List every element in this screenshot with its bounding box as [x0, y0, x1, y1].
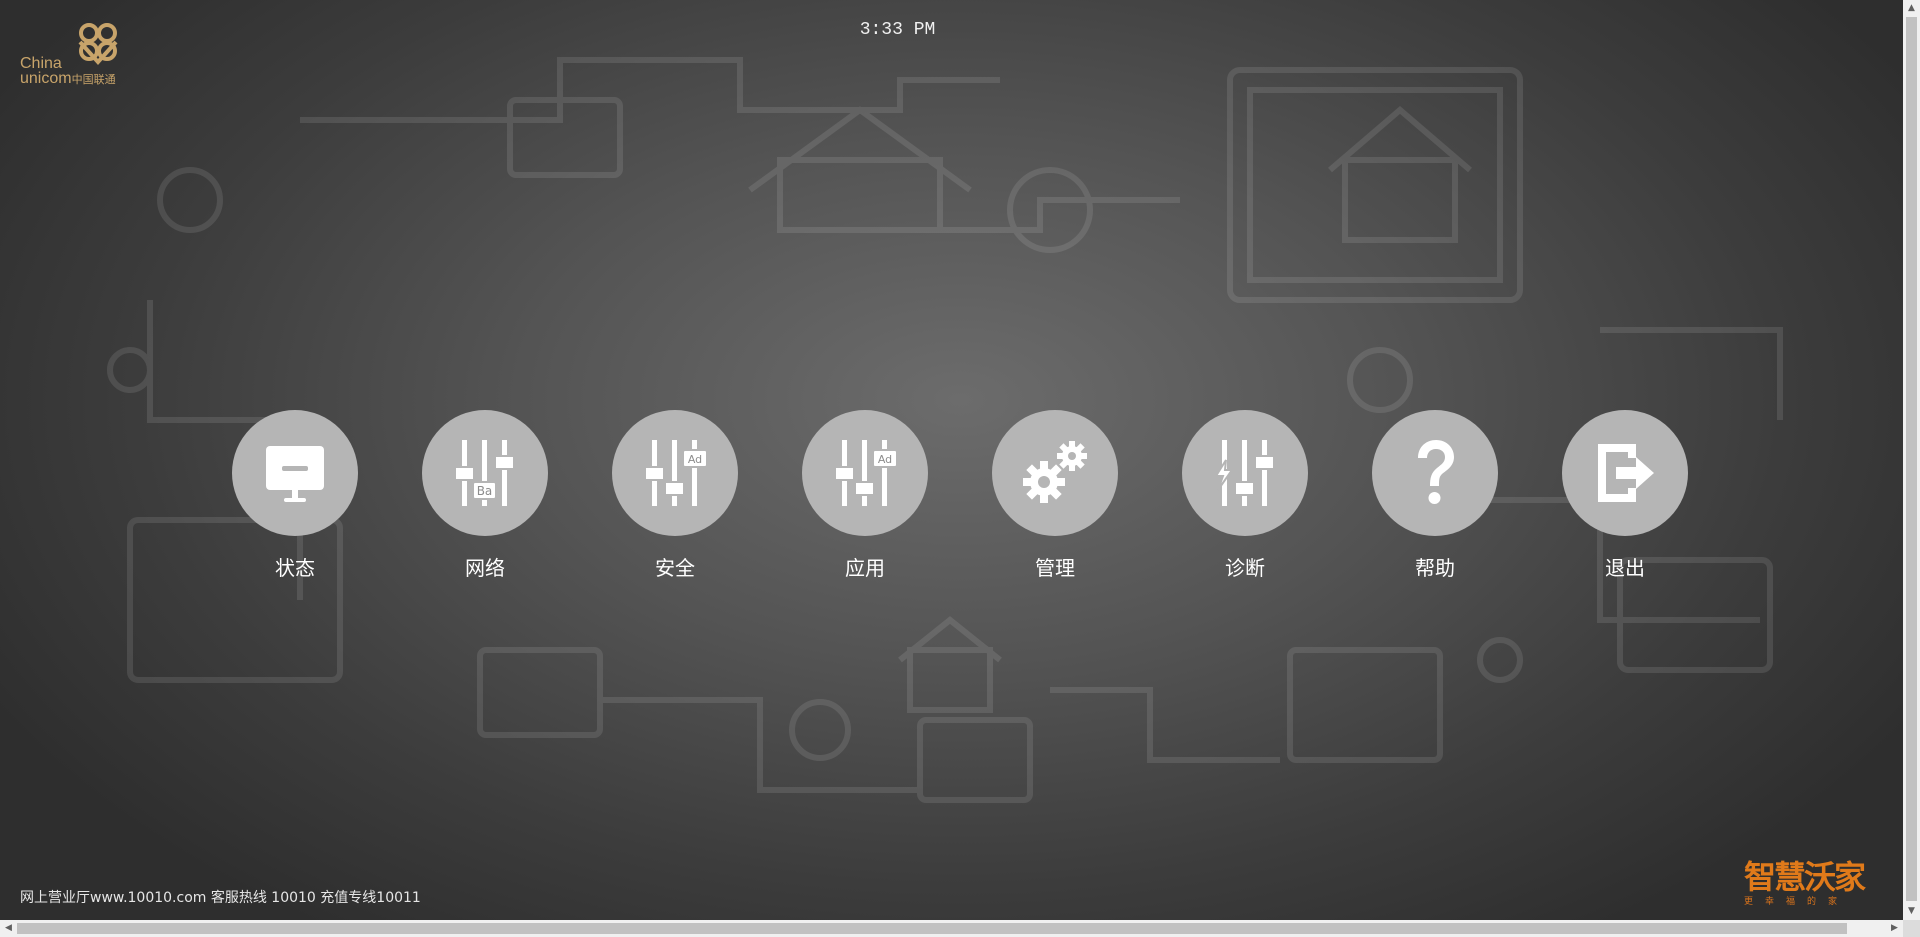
menu-logout-label[interactable]: 退出: [1605, 552, 1645, 581]
menu-apps-circle[interactable]: Ad: [802, 410, 928, 536]
brand-logo: 智慧沃家 更幸福的家: [1744, 852, 1866, 907]
monitor-icon: [266, 446, 324, 502]
sliders-ad-icon: Ad: [834, 440, 898, 506]
logo-text-unicom: unicom: [20, 70, 72, 87]
menu-network-label[interactable]: 网络: [465, 552, 505, 581]
menu-network[interactable]: Ba 网络: [390, 410, 580, 581]
menu-status[interactable]: 状态: [200, 410, 390, 581]
badge-ad: Ad: [688, 453, 702, 466]
vertical-scrollbar[interactable]: ▲ ▼: [1903, 0, 1920, 920]
menu-diagnostics-label[interactable]: 诊断: [1225, 552, 1265, 581]
logo-text: China unicom中国联通: [20, 56, 116, 88]
router-home-screen: China unicom中国联通 3:33 PM 状态 Ba 网络 Ad 安全 …: [0, 0, 1920, 937]
sliders-bolt-icon: [1214, 440, 1275, 506]
badge-ad: Ad: [878, 453, 892, 466]
menu-logout-circle[interactable]: [1562, 410, 1688, 536]
footer-contact-text: 网上营业厅www.10010.com 客服热线 10010 充值专线10011: [20, 890, 421, 906]
menu-management[interactable]: 管理: [960, 410, 1150, 581]
menu-diagnostics[interactable]: 诊断: [1150, 410, 1340, 581]
scroll-left-icon[interactable]: ◀: [0, 920, 17, 937]
horizontal-scroll-thumb[interactable]: [17, 923, 1847, 934]
menu-logout[interactable]: 退出: [1530, 410, 1720, 581]
menu-apps-label[interactable]: 应用: [845, 552, 885, 581]
clock: 3:33 PM: [859, 20, 936, 40]
menu-help-circle[interactable]: [1372, 410, 1498, 536]
brand-main: 智慧沃家: [1744, 858, 1866, 896]
menu-security[interactable]: Ad 安全: [580, 410, 770, 581]
brand-sub: 更幸福的家: [1744, 897, 1850, 907]
scroll-right-icon[interactable]: ▶: [1886, 920, 1903, 937]
main-menu: 状态 Ba 网络 Ad 安全 Ad 应用 管理 诊断 帮助 退出: [222, 410, 1720, 581]
badge-ba: Ba: [477, 484, 493, 498]
menu-diagnostics-circle[interactable]: [1182, 410, 1308, 536]
vertical-scroll-thumb[interactable]: [1906, 17, 1917, 901]
menu-help[interactable]: 帮助: [1340, 410, 1530, 581]
menu-status-label[interactable]: 状态: [275, 552, 315, 581]
menu-help-label[interactable]: 帮助: [1415, 552, 1455, 581]
scrollbar-corner: [1903, 920, 1920, 937]
logo-text-china: China: [20, 55, 62, 72]
menu-security-circle[interactable]: Ad: [612, 410, 738, 536]
menu-management-circle[interactable]: [992, 410, 1118, 536]
scroll-up-icon[interactable]: ▲: [1903, 0, 1920, 17]
menu-apps[interactable]: Ad 应用: [770, 410, 960, 581]
question-icon: [1418, 440, 1454, 504]
gears-icon: [1023, 441, 1087, 503]
sliders-ba-icon: Ba: [454, 440, 515, 506]
scroll-down-icon[interactable]: ▼: [1903, 903, 1920, 920]
logo-text-cn: 中国联通: [71, 74, 116, 86]
menu-management-label[interactable]: 管理: [1035, 552, 1075, 581]
horizontal-scrollbar[interactable]: ◀ ▶: [0, 920, 1920, 937]
menu-security-label[interactable]: 安全: [655, 552, 695, 581]
logout-icon: [1598, 444, 1654, 502]
sliders-ad-icon: Ad: [644, 440, 708, 506]
menu-network-circle[interactable]: Ba: [422, 410, 548, 536]
menu-status-circle[interactable]: [232, 410, 358, 536]
